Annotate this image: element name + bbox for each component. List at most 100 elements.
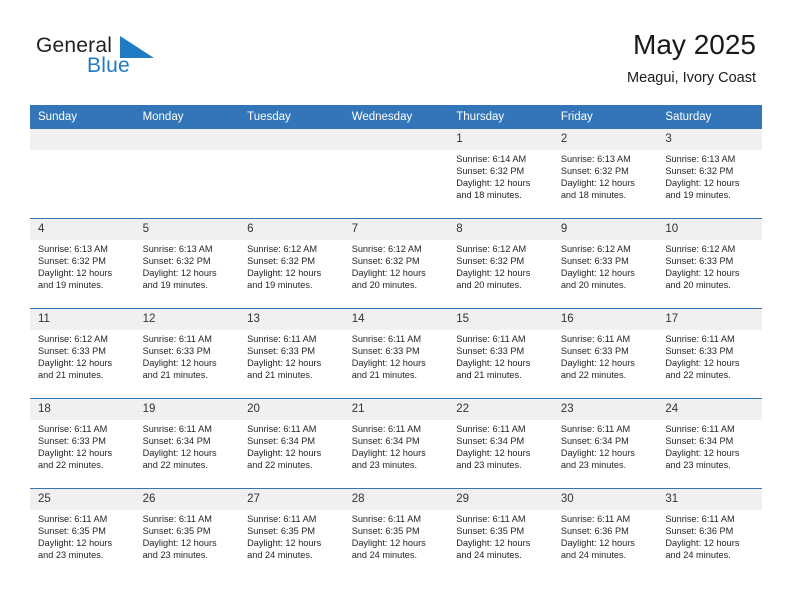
calendar-day-cell[interactable]: 12 Sunrise: 6:11 AM Sunset: 6:33 PM Dayligh… [134,308,240,399]
calendar-day-cell[interactable]: 8 Sunrise: 6:12 AM Sunset: 6:32 PM Daylight… [448,218,553,309]
sunset-text: Sunset: 6:35 PM [247,526,316,537]
calendar-day-cell[interactable]: 11 Sunrise: 6:12 AM Sunset: 6:33 PM Dayligh… [30,308,135,399]
daylight-text-line2: and 18 minutes. [456,190,522,201]
day-sun-info: Sunrise: 6:11 AM Sunset: 6:35 PM Daylight:… [344,510,449,561]
calendar-day-cell[interactable]: 26 Sunrise: 6:11 AM Sunset: 6:35 PM Dayligh… [134,488,240,578]
calendar-day-cell[interactable]: 17 Sunrise: 6:11 AM Sunset: 6:33 PM Dayligh… [657,308,762,399]
sunrise-text: Sunrise: 6:11 AM [456,334,526,344]
calendar-week-row: 18 Sunrise: 6:11 AM Sunset: 6:33 PM Dayligh… [30,398,762,489]
calendar-body: 1 Sunrise: 6:14 AM Sunset: 6:32 PM Daylight… [30,129,762,578]
day-sun-info: Sunrise: 6:12 AM Sunset: 6:33 PM Daylight:… [553,240,658,291]
calendar-day-cell[interactable]: 23 Sunrise: 6:11 AM Sunset: 6:34 PM Dayligh… [552,398,658,489]
day-sun-info: Sunrise: 6:11 AM Sunset: 6:33 PM Daylight:… [657,330,762,381]
calendar-day-cell[interactable]: 3 Sunrise: 6:13 AM Sunset: 6:32 PM Daylight… [657,129,762,219]
weekday-header-thursday: Thursday [448,105,553,129]
sunset-text: Sunset: 6:34 PM [456,436,525,447]
sunset-text: Sunset: 6:32 PM [142,256,211,267]
daylight-text-line1: Daylight: 12 hours [38,358,113,369]
day-number: 7 [343,219,449,240]
calendar-grid: Sunday Monday Tuesday Wednesday Thursday… [30,105,762,578]
day-number: 12 [134,309,240,330]
calendar-day-cell[interactable]: 31 Sunrise: 6:11 AM Sunset: 6:36 PM Dayligh… [657,488,762,578]
calendar-week-row: 1 Sunrise: 6:14 AM Sunset: 6:32 PM Daylight… [30,129,762,219]
sunset-text: Sunset: 6:33 PM [38,346,106,357]
day-sun-info: Sunrise: 6:13 AM Sunset: 6:32 PM Daylight:… [553,150,658,201]
calendar-day-cell[interactable]: 16 Sunrise: 6:11 AM Sunset: 6:33 PM Dayligh… [552,308,658,399]
day-number: 19 [134,399,240,420]
calendar-day-cell[interactable]: 13 Sunrise: 6:11 AM Sunset: 6:33 PM Dayligh… [239,308,344,399]
sunset-text: Sunset: 6:34 PM [560,436,629,447]
daylight-text-line1: Daylight: 12 hours [665,178,740,189]
sunrise-text: Sunrise: 6:14 AM [456,154,527,164]
sunrise-text: Sunrise: 6:11 AM [456,424,526,434]
calendar-day-cell[interactable]: 1 Sunrise: 6:14 AM Sunset: 6:32 PM Daylight… [448,129,553,219]
day-sun-info: Sunrise: 6:13 AM Sunset: 6:32 PM Daylight:… [657,150,762,201]
day-sun-info: Sunrise: 6:14 AM Sunset: 6:32 PM Daylight:… [448,150,553,201]
day-number: 18 [30,399,135,420]
calendar-day-cell[interactable]: 4 Sunrise: 6:13 AM Sunset: 6:32 PM Daylight… [30,218,135,309]
calendar-day-cell[interactable]: 14 Sunrise: 6:11 AM Sunset: 6:33 PM Dayligh… [343,308,449,399]
calendar-day-cell[interactable]: 24 Sunrise: 6:11 AM Sunset: 6:34 PM Dayligh… [657,398,762,489]
daylight-text-line2: and 24 minutes. [456,550,522,561]
sunset-text: Sunset: 6:33 PM [351,346,420,357]
daylight-text-line2: and 21 minutes. [142,370,208,381]
sunrise-text: Sunrise: 6:11 AM [351,514,421,524]
day-sun-info: Sunrise: 6:12 AM Sunset: 6:32 PM Daylight:… [344,240,449,291]
sunset-text: Sunset: 6:36 PM [560,526,629,537]
daylight-text-line1: Daylight: 12 hours [247,358,322,369]
calendar-day-cell[interactable]: 9 Sunrise: 6:12 AM Sunset: 6:33 PM Daylight… [552,218,658,309]
day-sun-info: Sunrise: 6:11 AM Sunset: 6:33 PM Daylight:… [135,330,240,381]
daylight-text-line1: Daylight: 12 hours [38,448,113,459]
daylight-text-line1: Daylight: 12 hours [456,538,531,549]
sunset-text: Sunset: 6:33 PM [665,256,734,267]
daylight-text-line2: and 23 minutes. [665,460,731,471]
daylight-text-line1: Daylight: 12 hours [142,448,217,459]
daylight-text-line2: and 22 minutes. [38,460,104,471]
calendar-day-cell[interactable]: 15 Sunrise: 6:11 AM Sunset: 6:33 PM Dayligh… [448,308,553,399]
brand-logo[interactable]: General Blue [36,34,166,82]
daylight-text-line1: Daylight: 12 hours [665,538,740,549]
day-sun-info: Sunrise: 6:11 AM Sunset: 6:33 PM Daylight:… [553,330,658,381]
sunset-text: Sunset: 6:32 PM [560,166,629,177]
page-header: General Blue May 2025 Meagui, Ivory Coas… [0,0,792,100]
calendar-day-cell-empty [30,129,135,219]
daylight-text-line2: and 22 minutes. [560,370,627,381]
day-sun-info: Sunrise: 6:11 AM Sunset: 6:34 PM Daylight:… [553,420,658,471]
sunset-text: Sunset: 6:32 PM [456,256,525,267]
calendar-day-cell[interactable]: 2 Sunrise: 6:13 AM Sunset: 6:32 PM Daylight… [552,129,658,219]
daylight-text-line2: and 22 minutes. [142,460,208,471]
day-number: 23 [552,399,658,420]
day-sun-info: Sunrise: 6:12 AM Sunset: 6:32 PM Daylight:… [239,240,344,291]
calendar-day-cell[interactable]: 21 Sunrise: 6:11 AM Sunset: 6:34 PM Dayligh… [343,398,449,489]
calendar-day-cell[interactable]: 18 Sunrise: 6:11 AM Sunset: 6:33 PM Dayligh… [30,398,135,489]
calendar-day-cell-empty [343,129,449,219]
calendar-day-cell[interactable]: 6 Sunrise: 6:12 AM Sunset: 6:32 PM Daylight… [239,218,344,309]
daylight-text-line2: and 24 minutes. [247,550,313,561]
calendar-day-cell[interactable]: 28 Sunrise: 6:11 AM Sunset: 6:35 PM Dayligh… [343,488,449,578]
daylight-text-line1: Daylight: 12 hours [38,538,113,549]
day-number: 16 [552,309,658,330]
daylight-text-line1: Daylight: 12 hours [560,178,635,189]
calendar-day-cell[interactable]: 25 Sunrise: 6:11 AM Sunset: 6:35 PM Dayligh… [30,488,135,578]
calendar-day-cell[interactable]: 30 Sunrise: 6:11 AM Sunset: 6:36 PM Dayligh… [552,488,658,578]
day-sun-info: Sunrise: 6:12 AM Sunset: 6:32 PM Daylight:… [448,240,553,291]
daylight-text-line1: Daylight: 12 hours [665,358,740,369]
calendar-day-cell[interactable]: 7 Sunrise: 6:12 AM Sunset: 6:32 PM Daylight… [343,218,449,309]
day-sun-info: Sunrise: 6:12 AM Sunset: 6:33 PM Daylight:… [30,330,135,381]
calendar-day-cell[interactable]: 19 Sunrise: 6:11 AM Sunset: 6:34 PM Dayligh… [134,398,240,489]
calendar-day-cell[interactable]: 22 Sunrise: 6:11 AM Sunset: 6:34 PM Dayligh… [448,398,553,489]
calendar-day-cell[interactable]: 5 Sunrise: 6:13 AM Sunset: 6:32 PM Daylight… [134,218,240,309]
sunrise-text: Sunrise: 6:11 AM [142,514,212,524]
day-sun-info: Sunrise: 6:11 AM Sunset: 6:34 PM Daylight:… [448,420,553,471]
sunrise-text: Sunrise: 6:13 AM [38,244,108,254]
daylight-text-line1: Daylight: 12 hours [247,448,322,459]
calendar-day-cell[interactable]: 27 Sunrise: 6:11 AM Sunset: 6:35 PM Dayligh… [239,488,344,578]
calendar-day-cell[interactable]: 20 Sunrise: 6:11 AM Sunset: 6:34 PM Dayligh… [239,398,344,489]
day-sun-info: Sunrise: 6:11 AM Sunset: 6:34 PM Daylight:… [135,420,240,471]
calendar-day-cell[interactable]: 29 Sunrise: 6:11 AM Sunset: 6:35 PM Dayligh… [448,488,553,578]
calendar-day-cell[interactable]: 10 Sunrise: 6:12 AM Sunset: 6:33 PM Dayligh… [657,218,762,309]
sunrise-text: Sunrise: 6:11 AM [142,334,212,344]
daylight-text-line2: and 21 minutes. [247,370,313,381]
day-number: 1 [448,129,553,150]
daylight-text-line2: and 21 minutes. [456,370,522,381]
